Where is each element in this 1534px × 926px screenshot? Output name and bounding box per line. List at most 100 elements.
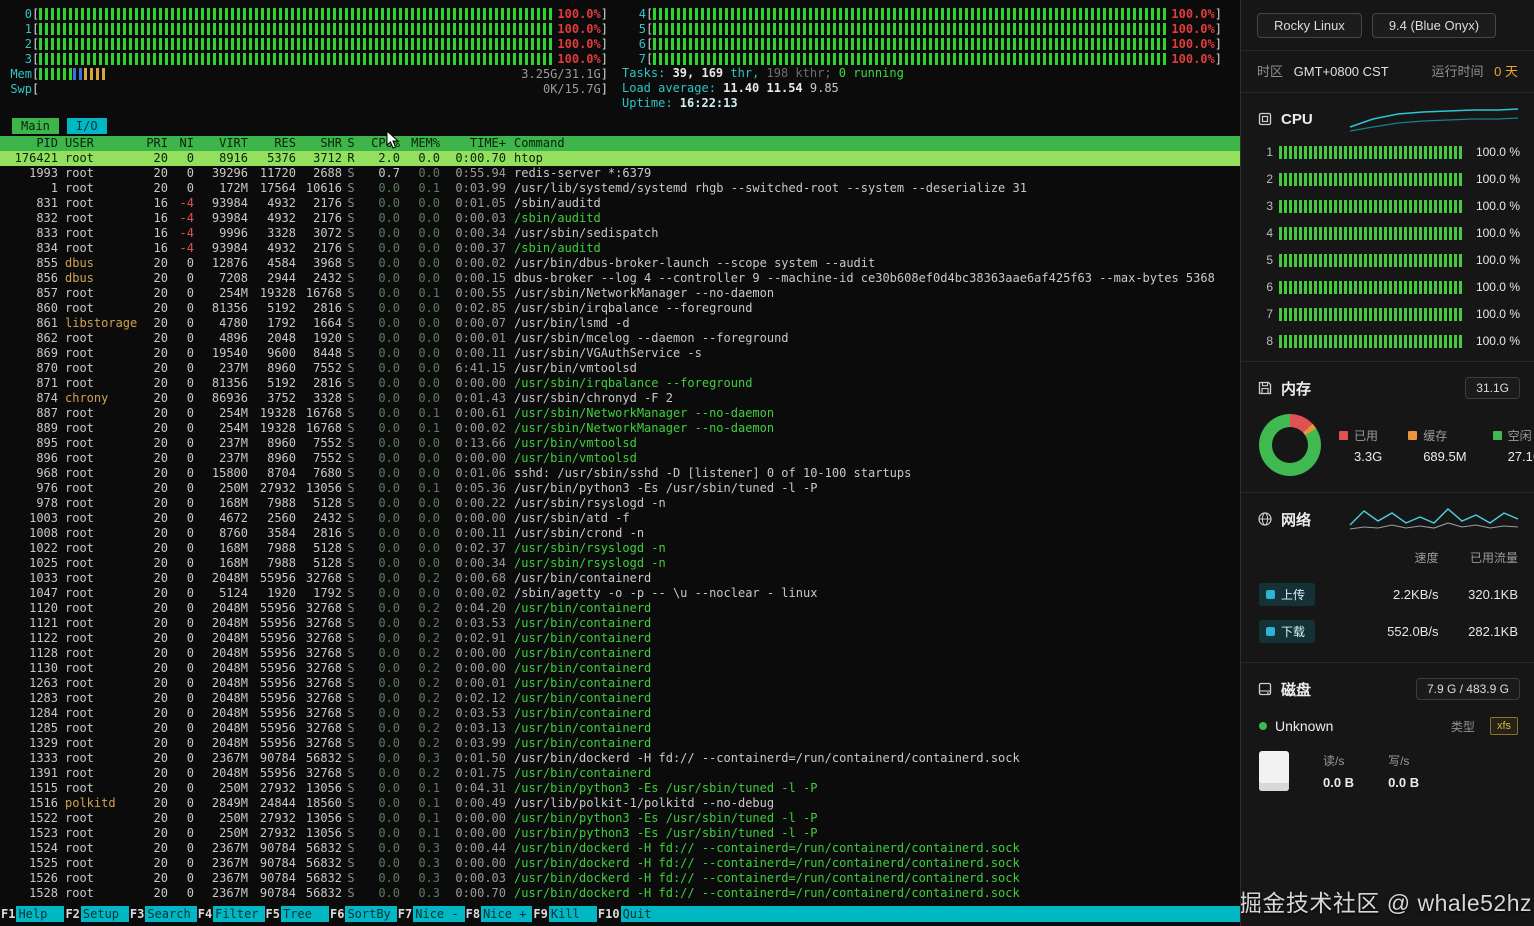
process-row[interactable]: 857root200254M1932816768S0.00.10:00.55/u… <box>0 286 1240 301</box>
fkey-label-nice[interactable]: Nice + <box>481 906 532 922</box>
fkey-label-quit[interactable]: Quit <box>621 906 669 922</box>
cell-pri: 20 <box>138 676 168 691</box>
process-row[interactable]: 862root200489620481920S0.00.00:00.01/usr… <box>0 331 1240 346</box>
fkey-label-nice[interactable]: Nice - <box>413 906 464 922</box>
process-row[interactable]: 1993root20039296117202688S0.70.00:55.94r… <box>0 166 1240 181</box>
process-row[interactable]: 978root200168M79885128S0.00.00:00.22/usr… <box>0 496 1240 511</box>
os-button[interactable]: Rocky Linux <box>1257 13 1362 38</box>
process-row[interactable]: 1283root2002048M5595632768S0.00.20:02.12… <box>0 691 1240 706</box>
process-row[interactable]: 889root200254M1932816768S0.00.10:00.02/u… <box>0 421 1240 436</box>
column-header-mem[interactable]: MEM% <box>400 136 440 151</box>
fkey-label-tree[interactable]: Tree <box>281 906 329 922</box>
cell-cpu: 0.0 <box>360 541 400 556</box>
process-row[interactable]: 896root200237M89607552S0.00.00:00.00/usr… <box>0 451 1240 466</box>
process-row[interactable]: 1122root2002048M5595632768S0.00.20:02.91… <box>0 631 1240 646</box>
fkey-f1[interactable]: F1 <box>0 906 16 922</box>
column-header-s[interactable]: S <box>342 136 360 151</box>
process-row[interactable]: 1525root2002367M9078456832S0.00.30:00.00… <box>0 856 1240 871</box>
cell-s: S <box>342 856 360 871</box>
fkey-label-help[interactable]: Help <box>16 906 64 922</box>
process-row[interactable]: 1130root2002048M5595632768S0.00.20:00.00… <box>0 661 1240 676</box>
cell-cmd: /usr/sbin/NetworkManager --no-daemon <box>506 406 1240 421</box>
fkey-label-setup[interactable]: Setup <box>81 906 129 922</box>
cell-res: 8960 <box>248 361 296 376</box>
cell-pri: 20 <box>138 646 168 661</box>
fkey-f6[interactable]: F6 <box>329 906 345 922</box>
process-row[interactable]: 870root200237M89607552S0.00.06:41.15/usr… <box>0 361 1240 376</box>
process-row[interactable]: 1022root200168M79885128S0.00.00:02.37/us… <box>0 541 1240 556</box>
process-row[interactable]: 1033root2002048M5595632768S0.00.20:00.68… <box>0 571 1240 586</box>
process-row[interactable]: 874chrony2008693637523328S0.00.00:01.43/… <box>0 391 1240 406</box>
column-header-command[interactable]: Command <box>506 136 1240 151</box>
process-row[interactable]: 869root2001954096008448S0.00.00:00.11/us… <box>0 346 1240 361</box>
tab-io[interactable]: I/O <box>67 118 107 134</box>
fkey-f7[interactable]: F7 <box>397 906 413 922</box>
process-row[interactable]: 856dbus200720829442432S0.00.00:00.15dbus… <box>0 271 1240 286</box>
process-row[interactable]: 1284root2002048M5595632768S0.00.20:03.53… <box>0 706 1240 721</box>
process-row[interactable]: 1329root2002048M5595632768S0.00.20:03.99… <box>0 736 1240 751</box>
process-row[interactable]: 831root16-49398449322176S0.00.00:01.05/s… <box>0 196 1240 211</box>
column-header-shr[interactable]: SHR <box>296 136 342 151</box>
cell-mem: 0.1 <box>400 826 440 841</box>
process-row[interactable]: 1128root2002048M5595632768S0.00.20:00.00… <box>0 646 1240 661</box>
column-header-res[interactable]: RES <box>248 136 296 151</box>
process-row[interactable]: 1121root2002048M5595632768S0.00.20:03.53… <box>0 616 1240 631</box>
column-header-time[interactable]: TIME+ <box>440 136 506 151</box>
process-row[interactable]: 1333root2002367M9078456832S0.00.30:01.50… <box>0 751 1240 766</box>
cell-s: S <box>342 436 360 451</box>
process-row[interactable]: 976root200250M2793213056S0.00.10:05.36/u… <box>0 481 1240 496</box>
process-row[interactable]: 861libstorage200478017921664S0.00.00:00.… <box>0 316 1240 331</box>
process-row[interactable]: 871root2008135651922816S0.00.00:00.00/us… <box>0 376 1240 391</box>
fkey-label-sortby[interactable]: SortBy <box>345 906 396 922</box>
process-row[interactable]: 855dbus2001287645843968S0.00.00:00.02/us… <box>0 256 1240 271</box>
os-version-button[interactable]: 9.4 (Blue Onyx) <box>1372 13 1496 38</box>
fkey-label-search[interactable]: Search <box>145 906 196 922</box>
process-row[interactable]: 1003root200467225602432S0.00.00:00.00/us… <box>0 511 1240 526</box>
cell-mem: 0.2 <box>400 721 440 736</box>
column-header-virt[interactable]: VIRT <box>194 136 248 151</box>
tab-main[interactable]: Main <box>12 118 59 134</box>
process-row[interactable]: 834root16-49398449322176S0.00.00:00.37/s… <box>0 241 1240 256</box>
column-header-user[interactable]: USER <box>58 136 138 151</box>
meter-bar: 100.0% <box>653 23 1215 35</box>
fkey-f5[interactable]: F5 <box>265 906 281 922</box>
fkey-label-kill[interactable]: Kill <box>549 906 597 922</box>
process-row[interactable]: 1516polkitd2002849M2484418560S0.00.10:00… <box>0 796 1240 811</box>
process-row[interactable]: 1523root200250M2793213056S0.00.10:00.00/… <box>0 826 1240 841</box>
fkey-f10[interactable]: F10 <box>597 906 621 922</box>
column-header-ni[interactable]: NI <box>168 136 194 151</box>
process-row[interactable]: 1515root200250M2793213056S0.00.10:04.31/… <box>0 781 1240 796</box>
fkey-f2[interactable]: F2 <box>64 906 80 922</box>
fkey-f4[interactable]: F4 <box>197 906 213 922</box>
process-row[interactable]: 1120root2002048M5595632768S0.00.20:04.20… <box>0 601 1240 616</box>
process-row[interactable]: 1528root2002367M9078456832S0.00.30:00.70… <box>0 886 1240 901</box>
process-row[interactable]: 968root2001580087047680S0.00.00:01.06ssh… <box>0 466 1240 481</box>
cell-virt: 2048M <box>194 736 248 751</box>
meter-bracket: ] <box>601 52 608 66</box>
column-header-pri[interactable]: PRI <box>138 136 168 151</box>
process-row[interactable]: 1391root2002048M5595632768S0.00.20:01.75… <box>0 766 1240 781</box>
process-row[interactable]: 1526root2002367M9078456832S0.00.30:00.03… <box>0 871 1240 886</box>
meter-bracket: [ <box>646 52 653 66</box>
process-row[interactable]: 1047root200512419201792S0.00.00:00.02/sb… <box>0 586 1240 601</box>
fkey-f9[interactable]: F9 <box>532 906 548 922</box>
cell-ni: -4 <box>168 241 194 256</box>
fkey-f3[interactable]: F3 <box>129 906 145 922</box>
fkey-label-filter[interactable]: Filter <box>213 906 264 922</box>
process-row[interactable]: 1025root200168M79885128S0.00.00:00.34/us… <box>0 556 1240 571</box>
process-row[interactable]: 1522root200250M2793213056S0.00.10:00.00/… <box>0 811 1240 826</box>
process-row[interactable]: 1524root2002367M9078456832S0.00.30:00.44… <box>0 841 1240 856</box>
process-row[interactable]: 1263root2002048M5595632768S0.00.20:00.01… <box>0 676 1240 691</box>
process-row[interactable]: 1root200172M1756410616S0.00.10:03.99/usr… <box>0 181 1240 196</box>
process-row[interactable]: 860root2008135651922816S0.00.00:02.85/us… <box>0 301 1240 316</box>
process-row[interactable]: 887root200254M1932816768S0.00.10:00.61/u… <box>0 406 1240 421</box>
process-row[interactable]: 1008root200876035842816S0.00.00:00.11/us… <box>0 526 1240 541</box>
cpu-meter: 2[100.0%] <box>8 36 608 51</box>
process-row[interactable]: 1285root2002048M5595632768S0.00.20:03.13… <box>0 721 1240 736</box>
column-header-pid[interactable]: PID <box>0 136 58 151</box>
process-row[interactable]: 833root16-4999633283072S0.00.00:00.34/us… <box>0 226 1240 241</box>
process-row[interactable]: 832root16-49398449322176S0.00.00:00.03/s… <box>0 211 1240 226</box>
process-row[interactable]: 895root200237M89607552S0.00.00:13.66/usr… <box>0 436 1240 451</box>
fkey-f8[interactable]: F8 <box>465 906 481 922</box>
process-row[interactable]: 176421root200891653763712R2.00.00:00.70h… <box>0 151 1240 166</box>
